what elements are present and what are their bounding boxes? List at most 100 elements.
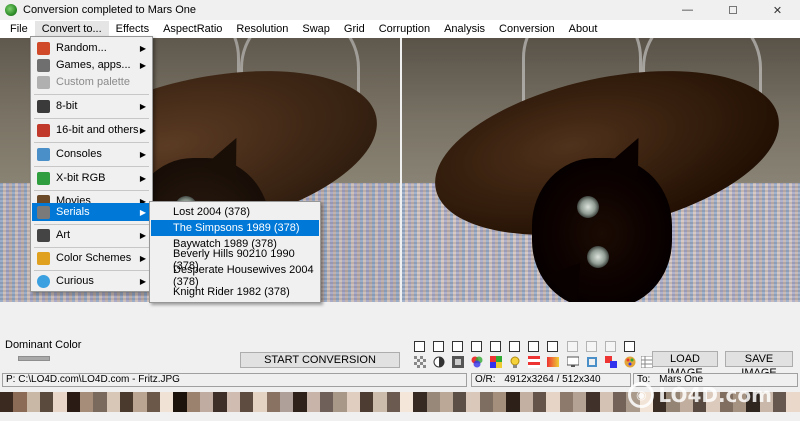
menu-item-consoles[interactable]: Consoles ▶ <box>32 145 151 163</box>
monitor-icon[interactable] <box>566 355 579 368</box>
swap-colors-icon[interactable] <box>604 355 617 368</box>
menu-about[interactable]: About <box>562 21 605 37</box>
window-title: Conversion completed to Mars One <box>23 4 197 16</box>
lo4d-watermark: ◉ LO4D.com <box>628 382 772 408</box>
option-checkbox-4[interactable] <box>471 341 482 352</box>
file-path-status: P: C:\LO4D.com\LO4D.com - Fritz.JPG <box>2 373 467 387</box>
option-checkbox-11[interactable] <box>605 341 616 352</box>
option-checkbox-1[interactable] <box>414 341 425 352</box>
menu-item-art[interactable]: Art ▶ <box>32 226 151 244</box>
palette-swatch <box>559 392 574 412</box>
option-checkbox-12[interactable] <box>624 341 635 352</box>
palette-swatch <box>66 392 80 412</box>
menu-item-serials[interactable]: Serials ▶ <box>32 203 151 221</box>
palette-swatch <box>466 392 480 412</box>
menu-aspect-ratio[interactable]: AspectRatio <box>156 21 229 37</box>
menu-conversion[interactable]: Conversion <box>492 21 562 37</box>
16bit-icon <box>37 123 50 137</box>
palette-swatch <box>239 392 254 412</box>
palette-swatch <box>106 392 120 412</box>
option-checkbox-2[interactable] <box>433 341 444 352</box>
palette-swatch <box>146 392 160 412</box>
palette-swatch <box>426 392 440 412</box>
palette-swatch <box>53 392 67 412</box>
resolution-label: O/R: <box>475 374 496 385</box>
submenu-item-the-simpsons[interactable]: The Simpsons 1989 (378) <box>151 220 319 236</box>
palette-swatch <box>533 392 547 412</box>
tv-icon <box>37 205 50 219</box>
option-checkbox-5[interactable] <box>490 341 501 352</box>
menu-item-curious[interactable]: Curious ▶ <box>32 272 151 290</box>
close-icon: ✕ <box>772 4 783 17</box>
rgb-icon <box>37 171 50 185</box>
option-checkbox-6[interactable] <box>509 341 520 352</box>
option-checkbox-10[interactable] <box>586 341 597 352</box>
option-checkbox-8[interactable] <box>547 341 558 352</box>
dominant-color-slider[interactable] <box>18 356 50 361</box>
submenu-item-knight-rider[interactable]: Knight Rider 1982 (378) <box>151 284 319 300</box>
menu-item-games-apps[interactable]: Games, apps... ▶ <box>32 56 151 74</box>
option-checkbox-7[interactable] <box>528 341 539 352</box>
load-image-button[interactable]: LOAD IMAGE <box>652 351 718 379</box>
palette-swatch <box>346 392 360 412</box>
option-checkbox-3[interactable] <box>452 341 463 352</box>
contrast-icon[interactable] <box>432 355 445 368</box>
title-bar: Conversion completed to Mars One — ✕ <box>0 0 800 20</box>
palette-swatch <box>13 392 27 412</box>
menu-item-16-bit[interactable]: 16-bit and others ▶ <box>32 121 151 139</box>
palette-swatch <box>493 392 507 412</box>
palette-swatch <box>173 392 187 412</box>
palette-swatch <box>119 392 134 412</box>
menu-effects[interactable]: Effects <box>109 21 156 37</box>
color-wheel-icon[interactable] <box>470 355 483 368</box>
stripes-icon[interactable] <box>527 355 540 368</box>
menu-grid[interactable]: Grid <box>337 21 372 37</box>
dominant-color-label: Dominant Color <box>5 339 82 351</box>
art-icon <box>37 228 50 242</box>
menu-item-8-bit[interactable]: 8-bit ▶ <box>32 97 151 115</box>
color-scheme-icon <box>37 251 50 265</box>
submenu-item-desperate-housewives[interactable]: Desperate Housewives 2004 (378) <box>151 264 319 288</box>
resolution-value: 4912x3264 / 512x340 <box>504 374 601 385</box>
menu-resolution[interactable]: Resolution <box>229 21 295 37</box>
palette-swatch <box>773 392 787 412</box>
palette-swatch <box>93 392 107 412</box>
minimize-button[interactable]: — <box>665 0 710 20</box>
palette-swatch <box>453 392 467 412</box>
lightbulb-icon[interactable] <box>508 355 521 368</box>
dither-icon[interactable] <box>413 355 426 368</box>
menu-swap[interactable]: Swap <box>295 21 337 37</box>
palette-swatch <box>226 392 240 412</box>
maximize-icon <box>728 6 737 14</box>
menu-file[interactable]: File <box>3 21 35 37</box>
palette-swatch <box>359 392 374 412</box>
grid-colors-icon[interactable] <box>489 355 502 368</box>
palette-swatch <box>26 392 40 412</box>
grayscale-icon[interactable] <box>451 355 464 368</box>
palette-swatch <box>519 392 534 412</box>
close-button[interactable]: ✕ <box>755 0 800 20</box>
menu-analysis[interactable]: Analysis <box>437 21 492 37</box>
menu-corruption[interactable]: Corruption <box>372 21 437 37</box>
maximize-button[interactable] <box>710 0 755 20</box>
palette-swatch <box>399 392 414 412</box>
palette-swatch <box>413 392 427 412</box>
submenu-item-lost[interactable]: Lost 2004 (378) <box>151 204 319 220</box>
palette-picker-icon[interactable] <box>623 355 636 368</box>
palette-swatch <box>266 392 280 412</box>
menu-item-color-schemes[interactable]: Color Schemes ▶ <box>32 249 151 267</box>
palette-swatch <box>599 392 614 412</box>
window-controls: — ✕ <box>665 0 800 20</box>
lo4d-logo-icon: ◉ <box>628 382 655 408</box>
option-checkbox-9[interactable] <box>567 341 578 352</box>
palette-swatch <box>506 392 520 412</box>
crop-icon[interactable] <box>585 355 598 368</box>
menu-convert-to[interactable]: Convert to... <box>34 21 109 37</box>
save-image-button[interactable]: SAVE IMAGE <box>725 351 793 379</box>
menu-item-random[interactable]: Random... ▶ <box>32 39 151 57</box>
gradient-icon[interactable] <box>546 355 559 368</box>
palette-swatch <box>373 392 387 412</box>
start-conversion-button[interactable]: START CONVERSION <box>240 352 400 368</box>
palette-swatch <box>279 392 294 412</box>
menu-item-x-bit-rgb[interactable]: X-bit RGB ▶ <box>32 169 151 187</box>
